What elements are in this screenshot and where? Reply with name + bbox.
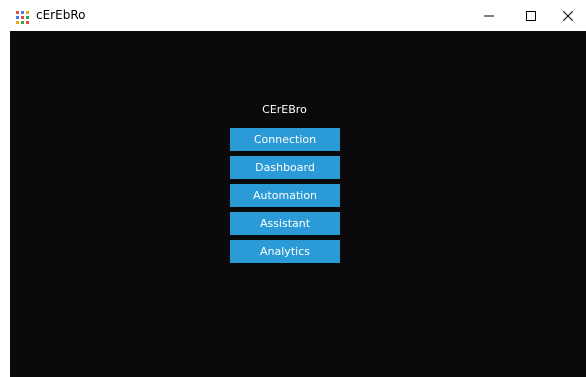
window-title: cErEbRo bbox=[36, 8, 86, 22]
analytics-button[interactable]: Analytics bbox=[230, 240, 340, 263]
page-title: CErEBro bbox=[262, 103, 307, 116]
app-window: cErEbRo CErEBro Connection Dashboard Aut… bbox=[0, 0, 586, 377]
automation-button[interactable]: Automation bbox=[230, 184, 340, 207]
title-bar[interactable]: cErEbRo bbox=[0, 0, 586, 31]
minimize-button[interactable] bbox=[466, 0, 512, 31]
close-button[interactable] bbox=[550, 0, 586, 31]
maximize-icon bbox=[526, 6, 536, 25]
connection-button[interactable]: Connection bbox=[230, 128, 340, 151]
dashboard-button[interactable]: Dashboard bbox=[230, 156, 340, 179]
maximize-button[interactable] bbox=[508, 0, 554, 31]
close-icon bbox=[562, 6, 574, 25]
main-content: CErEBro Connection Dashboard Automation … bbox=[10, 31, 586, 377]
app-grid-icon bbox=[16, 9, 29, 24]
assistant-button[interactable]: Assistant bbox=[230, 212, 340, 235]
window-border bbox=[0, 31, 10, 377]
minimize-icon bbox=[484, 6, 494, 25]
